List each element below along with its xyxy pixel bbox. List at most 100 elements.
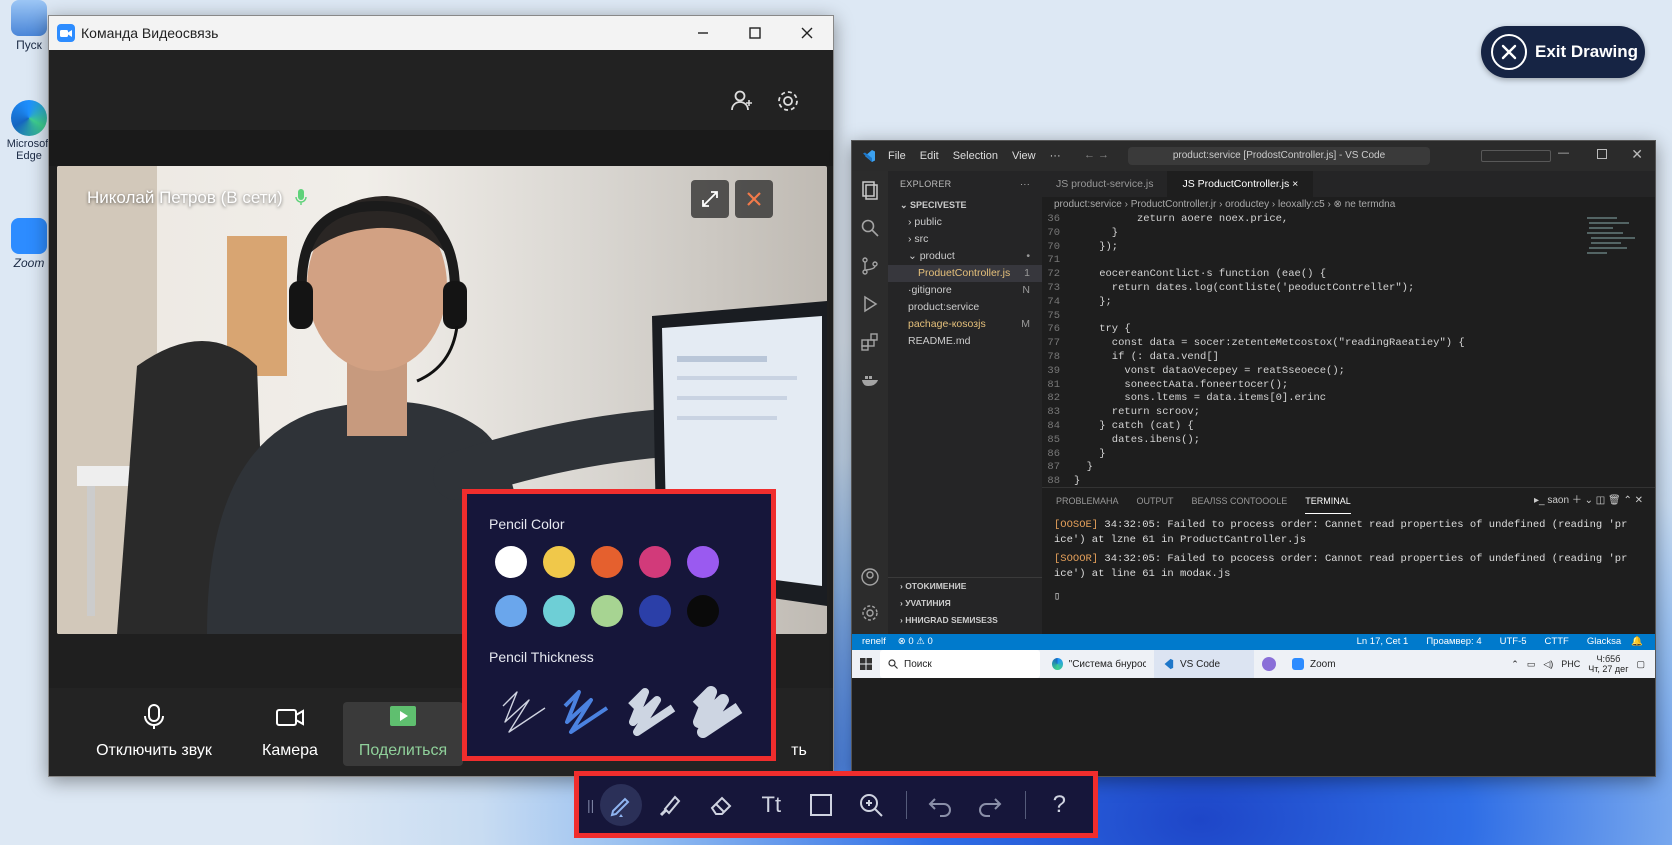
code-line[interactable]: 82 sons.ltems = data.items[0].erinc <box>1042 392 1655 406</box>
undo-button[interactable] <box>919 784 961 826</box>
code-line[interactable]: 85 dates.ibens(); <box>1042 434 1655 448</box>
menu-edit[interactable]: Edit <box>920 150 939 162</box>
search-icon[interactable] <box>860 218 880 238</box>
menu-file[interactable]: File <box>888 150 906 162</box>
source-control-icon[interactable] <box>860 256 880 276</box>
color-swatch[interactable] <box>495 546 527 578</box>
desktop-icon-recycle[interactable]: Пуск <box>6 0 52 52</box>
menu-more[interactable]: ··· <box>1050 150 1061 162</box>
list-item[interactable]: product:service <box>888 299 1042 316</box>
gear-icon[interactable] <box>775 88 801 114</box>
list-item[interactable]: README.md <box>888 333 1042 350</box>
highlighter-tool[interactable] <box>650 784 692 826</box>
maximize-button[interactable] <box>729 16 781 50</box>
list-item[interactable]: pachage-кosoзjs M <box>888 316 1042 333</box>
tab-output[interactable]: OUTPUT <box>1137 488 1174 514</box>
tab-problems[interactable]: PROBLEMAHA <box>1056 488 1119 514</box>
code-line[interactable]: 84 } catch (cat) { <box>1042 420 1655 434</box>
sidebar-section-2[interactable]: › УVATИНИЯ <box>888 595 1042 612</box>
tab-debug-console[interactable]: BEAЛSS CONTOOOLE <box>1192 488 1288 514</box>
desktop-icon-zoom[interactable]: Zoom <box>6 218 52 270</box>
camera-button[interactable]: Камера <box>245 702 335 766</box>
pencil-tool[interactable] <box>600 783 643 826</box>
code-line[interactable]: 70 }); <box>1042 241 1655 255</box>
more-icon[interactable]: ··· <box>1020 171 1030 197</box>
files-icon[interactable] <box>860 180 880 200</box>
color-swatch[interactable] <box>591 546 623 578</box>
color-swatch[interactable] <box>495 595 527 627</box>
mute-button[interactable]: Отключить звук <box>89 702 219 766</box>
zoom-tool[interactable] <box>850 784 892 826</box>
tab-terminal[interactable]: TERMINAL <box>1305 488 1351 514</box>
status-branch[interactable]: renelf <box>862 634 886 650</box>
code-lines[interactable]: 36 zeturn aoere noex.price, 70 } 70 }); 71 7… <box>1042 213 1655 487</box>
status-problems[interactable]: ⊗ 0 ⚠ 0 <box>898 634 933 650</box>
bell-icon[interactable]: 🔔 <box>1631 634 1643 650</box>
thickness-option-3[interactable] <box>623 686 681 738</box>
thickness-option-4[interactable] <box>689 686 747 738</box>
run-debug-icon[interactable] <box>860 294 880 314</box>
extensions-icon[interactable] <box>860 332 880 352</box>
color-swatch[interactable] <box>591 595 623 627</box>
status-indent[interactable]: Проамвер: 4 <box>1426 634 1481 650</box>
code-line[interactable]: 77 const data = socer:zetenteMetcostox("… <box>1042 337 1655 351</box>
layout-toggles-icon[interactable] <box>1481 150 1551 162</box>
code-line[interactable]: 70 } <box>1042 227 1655 241</box>
status-language[interactable]: Glacksa <box>1587 634 1621 650</box>
menu-view[interactable]: View <box>1012 150 1036 162</box>
color-swatch[interactable] <box>543 595 575 627</box>
code-line[interactable]: 74 }; <box>1042 296 1655 310</box>
code-line[interactable]: 78 if (: data.vend[] <box>1042 351 1655 365</box>
color-swatch[interactable] <box>687 595 719 627</box>
more-button[interactable]: ть <box>769 702 829 766</box>
close-window-button[interactable] <box>781 16 833 50</box>
tab-product-service[interactable]: JS product-service.js <box>1042 171 1169 197</box>
color-swatch[interactable] <box>687 546 719 578</box>
code-line[interactable]: 81 soneectAata.foneertocer(); <box>1042 379 1655 393</box>
taskbar-item-edge[interactable]: "Система бнурос... <box>1044 650 1154 678</box>
close-window-button[interactable]: ✕ <box>1631 146 1643 163</box>
nav-arrows-icon[interactable]: ← → <box>1084 149 1109 161</box>
participants-icon[interactable] <box>729 88 755 114</box>
text-tool[interactable]: Tt <box>750 784 792 826</box>
code-line[interactable]: 36 zeturn aoere noex.price, <box>1042 213 1655 227</box>
desktop-icon-edge[interactable]: Microsoft Edge <box>6 100 52 162</box>
list-item[interactable]: › public <box>888 214 1042 231</box>
color-swatch[interactable] <box>639 546 671 578</box>
account-icon[interactable] <box>860 567 880 587</box>
drag-handle-icon[interactable]: || <box>587 797 594 813</box>
command-center-search[interactable]: product:service [ProdostController.js] -… <box>1128 147 1430 165</box>
list-item[interactable]: ⌄ product • <box>888 248 1042 265</box>
status-position[interactable]: Ln 17, Cet 1 <box>1357 634 1409 650</box>
redo-button[interactable] <box>969 784 1011 826</box>
minimap[interactable] <box>1585 215 1645 295</box>
menu-selection[interactable]: Selection <box>953 150 998 162</box>
color-swatch[interactable] <box>639 595 671 627</box>
start-button[interactable] <box>852 650 880 678</box>
terminal-actions[interactable]: ▸_ saon ＋ ⌄ ◫ 🗑 ⌃ ✕ <box>1534 488 1643 514</box>
docker-icon[interactable] <box>860 370 880 390</box>
minimize-button[interactable]: — <box>1558 147 1569 159</box>
code-line[interactable]: 86 } <box>1042 448 1655 462</box>
status-encoding[interactable]: UTF-5 <box>1500 634 1527 650</box>
maximize-button[interactable] <box>1597 149 1607 159</box>
close-video-button[interactable] <box>735 180 773 218</box>
exit-drawing-button[interactable]: Exit Drawing <box>1481 26 1645 78</box>
help-button[interactable]: ? <box>1038 784 1080 826</box>
list-item[interactable]: ·gitignore N <box>888 282 1042 299</box>
sidebar-section-1[interactable]: › OTOKИМЕНИE <box>888 578 1042 595</box>
terminal-cursor[interactable]: ▯ <box>1042 590 1655 605</box>
list-item-selected[interactable]: ProduetController.js 1 <box>888 265 1042 282</box>
code-line[interactable]: 75 <box>1042 310 1655 324</box>
share-button[interactable]: Поделиться <box>343 702 463 766</box>
code-line[interactable]: 87 } <box>1042 461 1655 475</box>
color-swatch[interactable] <box>543 546 575 578</box>
rectangle-tool[interactable] <box>800 784 842 826</box>
taskbar-item-app[interactable] <box>1254 650 1284 678</box>
list-item[interactable]: › src <box>888 231 1042 248</box>
sidebar-section-3[interactable]: › HHИGRAD SEMИSEЗS <box>888 612 1042 629</box>
minimize-button[interactable] <box>677 16 729 50</box>
tab-product-controller[interactable]: JS ProductController.js × <box>1168 171 1314 197</box>
taskbar-item-vscode[interactable]: VS Code <box>1154 650 1254 678</box>
code-line[interactable]: 83 return scroov; <box>1042 406 1655 420</box>
